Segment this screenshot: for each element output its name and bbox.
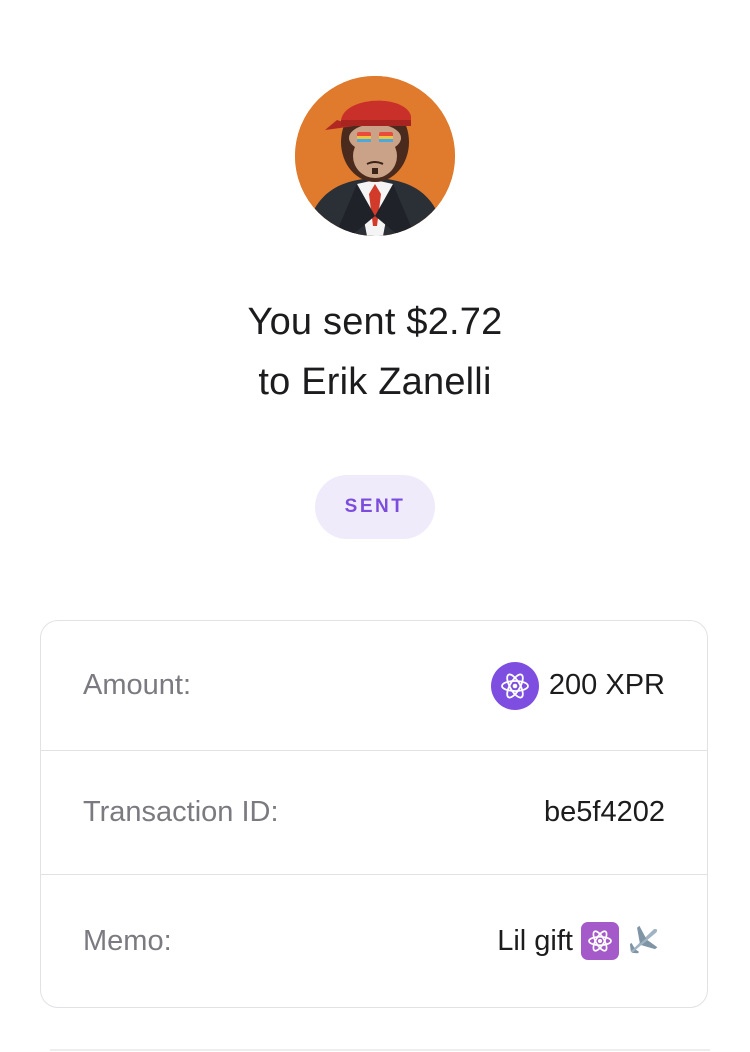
- memo-value-group: Lil gift: [497, 921, 665, 961]
- transaction-headline: You sent $2.72 to Erik Zanelli: [0, 292, 750, 412]
- memo-row: Memo: Lil gift: [41, 875, 707, 1007]
- ape-avatar-icon: [295, 76, 455, 236]
- xpr-token-icon: [490, 661, 539, 710]
- memo-emojis: [581, 921, 665, 961]
- atom-emoji-icon: [581, 922, 619, 960]
- transaction-id-row: Transaction ID: be5f4202: [41, 751, 707, 875]
- headline-recipient: to Erik Zanelli: [258, 361, 492, 403]
- status-badge: SENT: [315, 475, 435, 539]
- amount-row: Amount: 200 XPR: [41, 621, 707, 751]
- amount-label: Amount:: [83, 669, 191, 701]
- bottom-divider: [50, 1049, 710, 1051]
- amount-value-group: 200 XPR: [490, 661, 665, 710]
- memo-label: Memo:: [83, 924, 172, 957]
- recipient-avatar: [295, 76, 455, 236]
- transaction-details-card: Amount: 200 XPR Transaction ID: be5f4202…: [40, 620, 708, 1008]
- headline-amount: You sent $2.72: [247, 301, 503, 343]
- memo-value: Lil gift: [497, 924, 573, 957]
- amount-value: 200 XPR: [548, 669, 665, 701]
- transaction-id-value[interactable]: be5f4202: [544, 796, 665, 829]
- airplane-emoji-icon: [621, 921, 665, 961]
- transaction-id-label: Transaction ID:: [83, 796, 279, 828]
